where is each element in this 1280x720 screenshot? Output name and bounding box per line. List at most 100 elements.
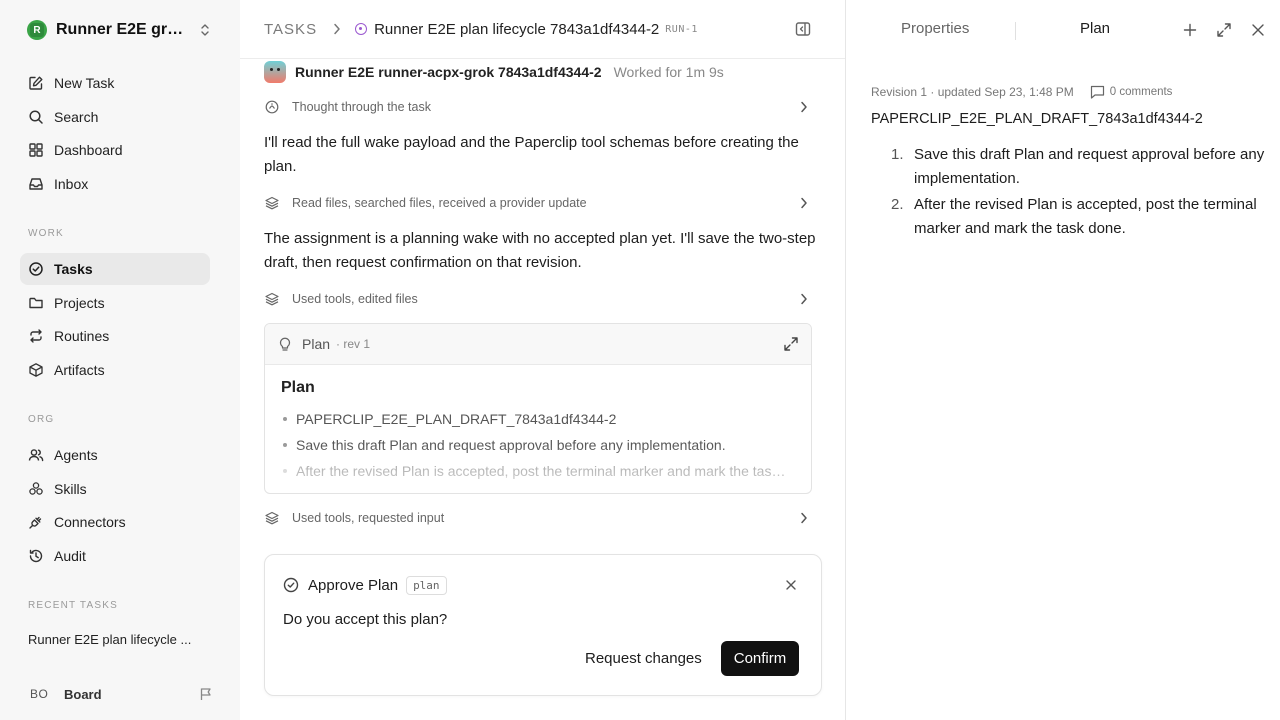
tab-properties[interactable]: Properties xyxy=(901,20,969,37)
activity-label: Used tools, edited files xyxy=(292,292,418,306)
comments-count: 0 comments xyxy=(1109,86,1173,98)
close-icon[interactable] xyxy=(1250,22,1266,38)
nav-skills[interactable]: Skills xyxy=(20,473,210,505)
plan-list-item: After the revised Plan is accepted, post… xyxy=(281,458,795,484)
nav-connectors[interactable]: Connectors xyxy=(20,506,210,538)
activity-label: Thought through the task xyxy=(292,100,431,114)
board-initials: BO xyxy=(30,687,49,701)
breadcrumb-tasks[interactable]: TASKS xyxy=(264,21,317,38)
comments-link[interactable]: 0 comments xyxy=(1090,85,1173,99)
worked-duration: Worked for 1m 9s xyxy=(613,64,724,80)
nav-label: Projects xyxy=(54,295,105,311)
plus-icon[interactable] xyxy=(1182,22,1198,38)
nav-search[interactable]: Search xyxy=(20,101,210,133)
revision-info: Revision 1 · updated Sep 23, 1:48 PM xyxy=(871,85,1074,99)
agent-message: I'll read the full wake payload and the … xyxy=(264,134,799,175)
layers-icon xyxy=(264,510,280,526)
plan-revision: · rev 1 xyxy=(336,337,371,351)
step-text: Save this draft Plan and request approva… xyxy=(914,146,1265,187)
plan-panel: Properties Plan Revision 1 · updated Sep… xyxy=(847,0,1280,720)
lightbulb-icon xyxy=(279,337,291,351)
run-badge: RUN-1 xyxy=(665,23,698,35)
activity-requested-input[interactable]: Used tools, requested input xyxy=(264,506,812,530)
nav-label: Search xyxy=(54,109,99,125)
plan-step: 1. Save this draft Plan and request appr… xyxy=(891,143,1266,191)
nav-label: Inbox xyxy=(54,176,89,192)
chevron-right-icon xyxy=(801,197,807,209)
activity-thought[interactable]: Thought through the task xyxy=(264,95,812,119)
approval-header: Approve Plan plan xyxy=(283,574,447,596)
workspace-name: Runner E2E grok-... xyxy=(56,21,191,38)
step-text: After the revised Plan is accepted, post… xyxy=(914,196,1257,237)
nav-agents[interactable]: Agents xyxy=(20,439,210,471)
nav-label: Connectors xyxy=(54,514,126,530)
inbox-icon xyxy=(27,175,45,193)
nav-new-task[interactable]: New Task xyxy=(20,67,210,99)
nav-routines[interactable]: Routines xyxy=(20,320,210,352)
agent-avatar xyxy=(264,61,286,83)
panel-toggle-icon[interactable] xyxy=(795,21,811,37)
nav-label: Artifacts xyxy=(54,362,105,378)
plan-list: PAPERCLIP_E2E_PLAN_DRAFT_7843a1df4344-2 … xyxy=(281,406,795,484)
nav-label: Skills xyxy=(54,481,87,497)
status-icon xyxy=(355,23,368,35)
step-number: 2. xyxy=(891,196,904,213)
plan-steps: 1. Save this draft Plan and request appr… xyxy=(891,143,1266,243)
comment-icon xyxy=(1090,85,1104,99)
nav-audit[interactable]: Audit xyxy=(20,540,210,572)
agent-row: Runner E2E runner-acpx-grok 7843a1df4344… xyxy=(264,60,724,84)
tab-plan[interactable]: Plan xyxy=(1080,20,1110,37)
dashboard-icon xyxy=(27,141,45,159)
section-label-work: WORK xyxy=(28,228,64,239)
recent-task-item[interactable]: Runner E2E plan lifecycle ... xyxy=(28,632,208,647)
box-icon xyxy=(27,361,45,379)
expand-icon[interactable] xyxy=(1216,22,1232,38)
history-icon xyxy=(27,547,45,565)
nav-inbox[interactable]: Inbox xyxy=(20,168,210,200)
search-icon xyxy=(27,108,45,126)
expand-icon[interactable] xyxy=(783,336,799,352)
step-number: 1. xyxy=(891,146,904,163)
nav-artifacts[interactable]: Artifacts xyxy=(20,354,210,386)
check-circle-icon xyxy=(283,577,299,593)
activity-read-files[interactable]: Read files, searched files, received a p… xyxy=(264,191,812,215)
agent-name: Runner E2E runner-acpx-grok 7843a1df4344… xyxy=(295,64,602,80)
edit-icon xyxy=(27,74,45,92)
chevron-right-icon xyxy=(334,23,340,35)
plan-id: PAPERCLIP_E2E_PLAN_DRAFT_7843a1df4344-2 xyxy=(871,111,1203,127)
board-switcher[interactable]: BO Board xyxy=(20,680,220,708)
nav-label: Dashboard xyxy=(54,142,123,158)
activity-label: Used tools, requested input xyxy=(292,511,445,525)
chevron-right-icon xyxy=(801,512,807,524)
confirm-button[interactable]: Confirm xyxy=(721,641,799,676)
plan-step: 2. After the revised Plan is accepted, p… xyxy=(891,193,1266,241)
check-circle-icon xyxy=(27,260,45,278)
task-thread: TASKS Runner E2E plan lifecycle 7843a1df… xyxy=(240,0,846,720)
layers-icon xyxy=(264,195,280,211)
close-icon[interactable] xyxy=(785,579,797,591)
plan-card-label: Plan xyxy=(302,336,331,352)
approval-title: Approve Plan xyxy=(308,576,399,594)
chevron-up-down-icon xyxy=(201,24,209,36)
tab-divider xyxy=(1015,22,1016,40)
chevron-right-icon xyxy=(801,293,807,305)
breadcrumb: TASKS Runner E2E plan lifecycle 7843a1df… xyxy=(264,18,698,40)
plan-heading: Plan xyxy=(281,379,315,396)
skills-icon xyxy=(27,480,45,498)
section-label-org: ORG xyxy=(28,414,55,425)
workspace-switcher[interactable]: R Runner E2E grok-... xyxy=(20,14,220,46)
activity-used-tools[interactable]: Used tools, edited files xyxy=(264,287,812,311)
nav-dashboard[interactable]: Dashboard xyxy=(20,134,210,166)
plan-card[interactable]: Plan · rev 1 Plan PAPERCLIP_E2E_PLAN_DRA… xyxy=(264,323,812,494)
nav-projects[interactable]: Projects xyxy=(20,287,210,319)
flag-icon[interactable] xyxy=(198,686,214,702)
nav-tasks[interactable]: Tasks xyxy=(20,253,210,285)
workspace-logo: R xyxy=(27,20,47,40)
request-changes-button[interactable]: Request changes xyxy=(577,641,710,676)
nav-label: Tasks xyxy=(54,261,93,277)
folder-icon xyxy=(27,294,45,312)
nav-label: Audit xyxy=(54,548,86,564)
approval-question: Do you accept this plan? xyxy=(283,611,448,628)
nav-label: Routines xyxy=(54,328,110,344)
board-name: Board xyxy=(64,686,102,702)
